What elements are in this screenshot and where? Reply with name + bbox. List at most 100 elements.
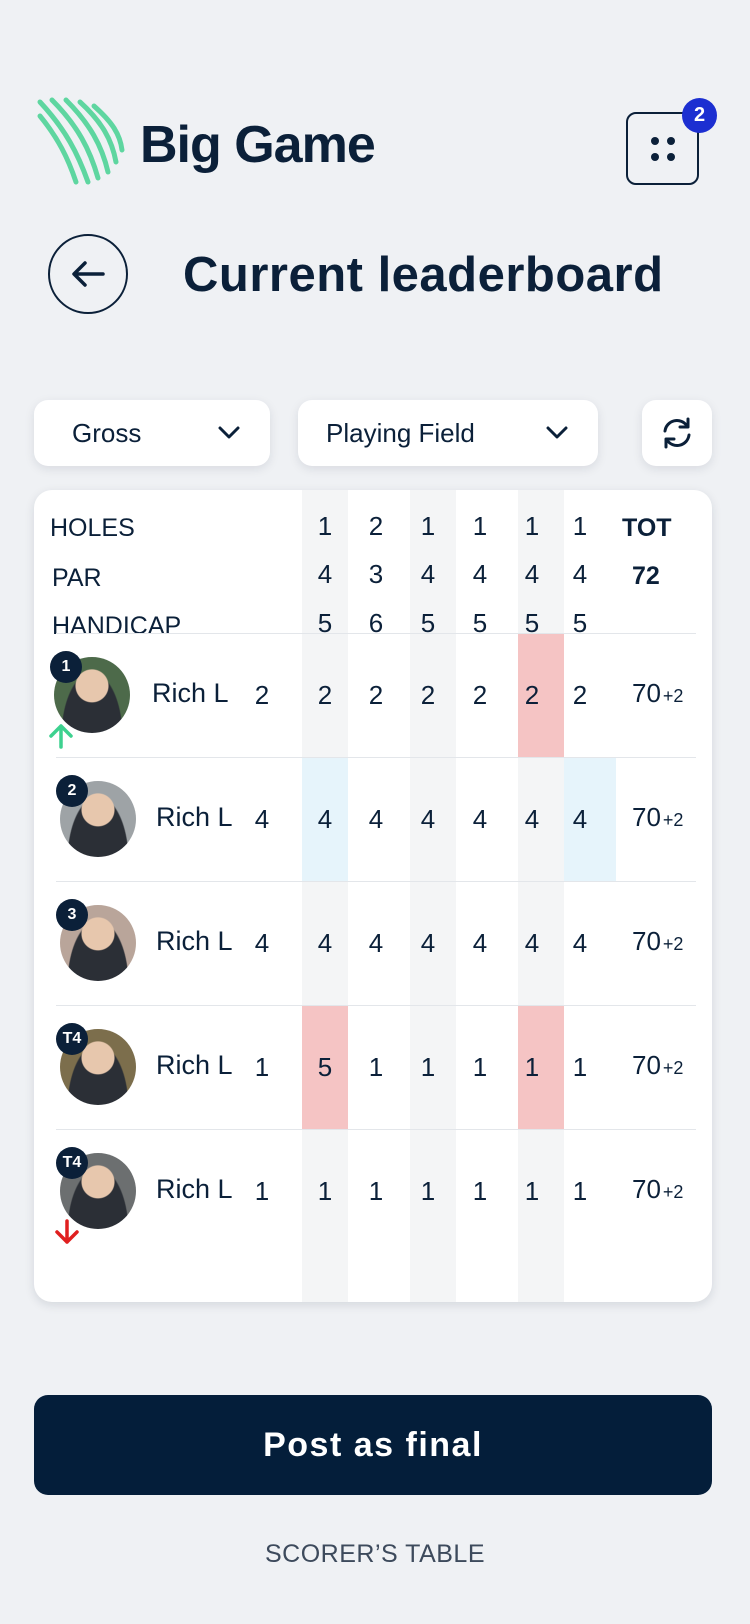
score-cell: 4	[368, 803, 384, 834]
post-final-button[interactable]: Post as final	[34, 1395, 712, 1495]
trend-down-icon	[55, 1219, 79, 1244]
scorer-table-link[interactable]: SCORER’S TABLE	[0, 1540, 750, 1569]
holes-cell: 1	[572, 510, 588, 541]
score-diff: +2	[662, 1182, 684, 1202]
score-cell: 1	[524, 1175, 540, 1206]
total-label: TOT	[622, 514, 672, 542]
par-label: PAR	[52, 564, 102, 592]
rank-badge: 1	[50, 651, 82, 683]
player-handicap: 4	[254, 803, 270, 834]
score-cell: 1	[420, 1175, 436, 1206]
score-cell: 4	[317, 803, 333, 834]
holes-cell: 2	[368, 510, 384, 541]
par-cell: 4	[472, 558, 488, 589]
score-cell: 2	[472, 679, 488, 710]
score-cell: 2	[317, 679, 333, 710]
brand-name: Big Game	[140, 116, 376, 174]
player-name[interactable]: Rich L	[152, 678, 229, 709]
rank-badge: 3	[56, 899, 88, 931]
holes-cell: 1	[317, 510, 333, 541]
score-diff: +2	[662, 1058, 684, 1078]
score-diff: +2	[662, 686, 684, 706]
score-cell: 4	[572, 803, 588, 834]
handicap-cell: 5	[472, 607, 488, 638]
brand-logo: Big Game	[36, 96, 376, 188]
total-score: 70	[632, 1174, 661, 1204]
handicap-cell: 5	[572, 607, 588, 638]
rank-badge: 2	[56, 775, 88, 807]
score-cell: 1	[368, 1051, 384, 1082]
par-cell: 3	[368, 558, 384, 589]
score-cell: 2	[420, 679, 436, 710]
score-cell: 4	[524, 927, 540, 958]
page-title: Current leaderboard	[183, 248, 664, 302]
score-type-value: Gross	[72, 417, 142, 448]
scope-value: Playing Field	[326, 417, 475, 448]
chevron-down-icon	[546, 426, 568, 439]
chevron-down-icon	[218, 426, 240, 439]
handicap-cell: 6	[368, 607, 384, 638]
player-total: 70 +2	[632, 678, 683, 709]
score-cell: 1	[420, 1051, 436, 1082]
score-cell: 1	[472, 1175, 488, 1206]
par-total: 72	[632, 562, 660, 590]
refresh-button[interactable]	[642, 400, 712, 466]
handicap-cell: 5	[420, 607, 436, 638]
player-name[interactable]: Rich L	[156, 926, 233, 957]
rank-badge: T4	[56, 1147, 88, 1179]
player-name[interactable]: Rich L	[156, 1174, 233, 1205]
row-divider	[56, 881, 696, 882]
score-cell: 4	[420, 927, 436, 958]
score-cell: 2	[572, 679, 588, 710]
score-type-select[interactable]: Gross	[34, 400, 270, 466]
player-total: 70 +2	[632, 1050, 683, 1081]
handicap-cell: 5	[317, 607, 333, 638]
player-name[interactable]: Rich L	[156, 1050, 233, 1081]
player-handicap: 1	[254, 1051, 270, 1082]
par-cell: 4	[317, 558, 333, 589]
total-score: 70	[632, 802, 661, 832]
total-score: 70	[632, 926, 661, 956]
score-cell: 4	[472, 803, 488, 834]
rank-badge: T4	[56, 1023, 88, 1055]
player-handicap: 4	[254, 927, 270, 958]
score-cell: 1	[572, 1051, 588, 1082]
player-handicap: 1	[254, 1175, 270, 1206]
score-cell: 1	[472, 1051, 488, 1082]
player-handicap: 2	[254, 679, 270, 710]
player-total: 70 +2	[632, 1174, 683, 1205]
handicap-label: HANDICAP	[52, 612, 182, 640]
score-cell: 4	[472, 927, 488, 958]
leaderboard-card: HOLES PAR HANDICAP TOT 72 1 2 1 1 1 1 4 3 4 4 4 4 5 6…	[34, 490, 712, 1302]
scope-select[interactable]: Playing Field	[298, 400, 598, 466]
score-cell: 1	[524, 1051, 540, 1082]
total-score: 70	[632, 678, 661, 708]
par-cell: 4	[524, 558, 540, 589]
score-cell: 5	[317, 1051, 333, 1082]
score-cell: 4	[368, 927, 384, 958]
brand-logo-mark-icon	[37, 97, 125, 185]
score-cell: 4	[572, 927, 588, 958]
score-cell: 4	[524, 803, 540, 834]
holes-cell: 1	[472, 510, 488, 541]
score-cell: 4	[420, 803, 436, 834]
holes-cell: 1	[420, 510, 436, 541]
row-divider	[56, 1005, 696, 1006]
player-name[interactable]: Rich L	[156, 802, 233, 833]
total-score: 70	[632, 1050, 661, 1080]
score-cell: 1	[368, 1175, 384, 1206]
row-divider	[56, 633, 696, 634]
player-total: 70 +2	[632, 926, 683, 957]
holes-label: HOLES	[50, 514, 135, 542]
holes-cell: 1	[524, 510, 540, 541]
score-cell: 2	[524, 679, 540, 710]
par-cell: 4	[572, 558, 588, 589]
back-button[interactable]	[48, 234, 128, 314]
score-cell: 2	[368, 679, 384, 710]
refresh-icon	[663, 417, 691, 449]
score-cell: 1	[317, 1175, 333, 1206]
score-diff: +2	[662, 810, 684, 830]
score-cell: 1	[572, 1175, 588, 1206]
player-total: 70 +2	[632, 802, 683, 833]
score-cell: 4	[317, 927, 333, 958]
